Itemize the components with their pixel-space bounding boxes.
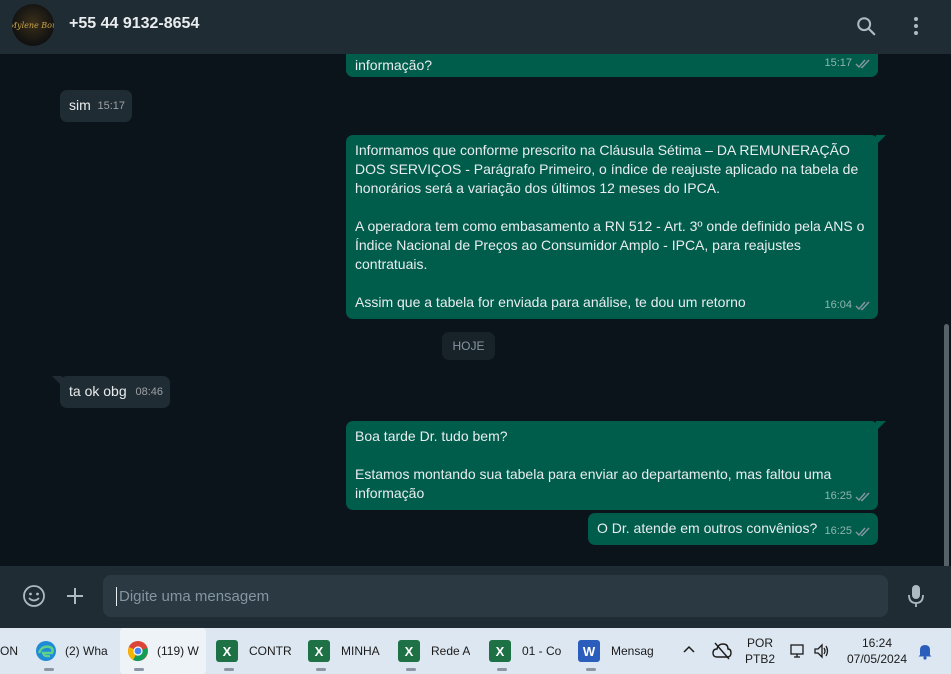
message-time: 15:17 [824, 57, 852, 69]
taskbar-item[interactable]: ON [0, 628, 30, 674]
message-time: 16:04 [824, 299, 852, 311]
message-meta: 15:17 [97, 97, 125, 116]
taskbar-running-indicator [224, 668, 234, 671]
read-ticks-icon [855, 492, 870, 502]
message-text: Informamos que conforme prescrito na Clá… [355, 142, 865, 310]
message-composer [0, 566, 951, 628]
emoji-icon[interactable] [19, 581, 49, 611]
message-meta: 16:25 [824, 487, 871, 506]
message-outgoing[interactable]: informação? 15:17 [346, 54, 878, 77]
message-meta: 15:17 [824, 54, 871, 73]
message-text: Boa tarde Dr. tudo bem? Estamos montando… [355, 428, 832, 501]
clock[interactable]: 16:24 07/05/2024 [842, 635, 912, 667]
taskbar-item-excel[interactable]: X Rede A [398, 628, 472, 674]
message-time: 15:17 [97, 100, 125, 112]
excel-icon: X [398, 640, 420, 662]
message-outgoing[interactable]: Boa tarde Dr. tudo bem? Estamos montando… [346, 421, 886, 510]
date-divider: HOJE [442, 332, 495, 360]
taskbar-running-indicator [134, 668, 144, 671]
message-outgoing[interactable]: O Dr. atende em outros convênios? 16:25 [588, 513, 878, 545]
message-text: informação? [355, 57, 433, 73]
text-caret [116, 587, 117, 606]
message-time: 16:25 [824, 525, 852, 537]
chat-scrollbar[interactable] [944, 324, 949, 566]
message-meta: 16:25 [824, 522, 871, 541]
avatar-logo-text: Mylene Bou [12, 20, 54, 30]
chat-header: Mylene Bou +55 44 9132-8654 [0, 0, 951, 54]
taskbar-item-word[interactable]: W Mensag [578, 628, 654, 674]
contact-avatar[interactable]: Mylene Bou [12, 4, 54, 46]
conversation-panel: informação? 15:17 sim 15:17 Informamos q… [0, 54, 951, 566]
kebab-menu-icon[interactable] [902, 12, 930, 40]
message-time: 16:25 [824, 490, 852, 502]
excel-icon: X [308, 640, 330, 662]
taskbar-running-indicator [586, 668, 596, 671]
message-time: 08:46 [135, 386, 163, 398]
bubble-tail [876, 421, 886, 431]
message-incoming[interactable]: sim 15:17 [60, 90, 132, 122]
taskbar-item-excel[interactable]: X CONTR [216, 628, 296, 674]
contact-name[interactable]: +55 44 9132-8654 [69, 15, 199, 33]
chrome-icon [128, 641, 148, 662]
volume-icon[interactable] [813, 642, 831, 660]
taskbar-running-indicator [316, 668, 326, 671]
notification-bell-icon[interactable] [917, 642, 933, 660]
taskbar-item-edge[interactable]: (2) Wha [34, 628, 114, 674]
message-meta: 16:04 [824, 296, 871, 315]
taskbar-item-excel[interactable]: X 01 - Co [489, 628, 563, 674]
input-language[interactable]: POR PTB2 [744, 635, 776, 667]
message-input[interactable] [103, 575, 888, 617]
excel-icon: X [489, 640, 511, 662]
taskbar-item-excel[interactable]: X MINHA [308, 628, 388, 674]
search-icon[interactable] [852, 12, 880, 40]
read-ticks-icon [855, 59, 870, 69]
excel-icon: X [216, 640, 238, 662]
message-incoming[interactable]: ta ok obg 08:46 [52, 376, 170, 408]
word-icon: W [578, 640, 600, 662]
message-meta: 08:46 [135, 383, 163, 402]
read-ticks-icon [855, 301, 870, 311]
edge-icon [36, 641, 56, 661]
taskbar-running-indicator [406, 668, 416, 671]
bubble-tail [876, 135, 886, 145]
read-ticks-icon [855, 527, 870, 537]
windows-taskbar: ON (2) Wha (119) W X CONTR X MINHA X Red… [0, 628, 951, 674]
taskbar-item-chrome[interactable]: (119) W [120, 628, 206, 674]
plus-icon[interactable] [60, 581, 90, 611]
chevron-up-icon[interactable] [682, 644, 696, 654]
cloud-offline-icon[interactable] [712, 642, 732, 660]
message-outgoing[interactable]: Informamos que conforme prescrito na Clá… [346, 135, 886, 319]
bubble-tail [52, 376, 62, 386]
taskbar-running-indicator [44, 668, 54, 671]
network-icon[interactable] [789, 642, 807, 660]
microphone-icon[interactable] [901, 581, 931, 611]
taskbar-running-indicator [497, 668, 507, 671]
